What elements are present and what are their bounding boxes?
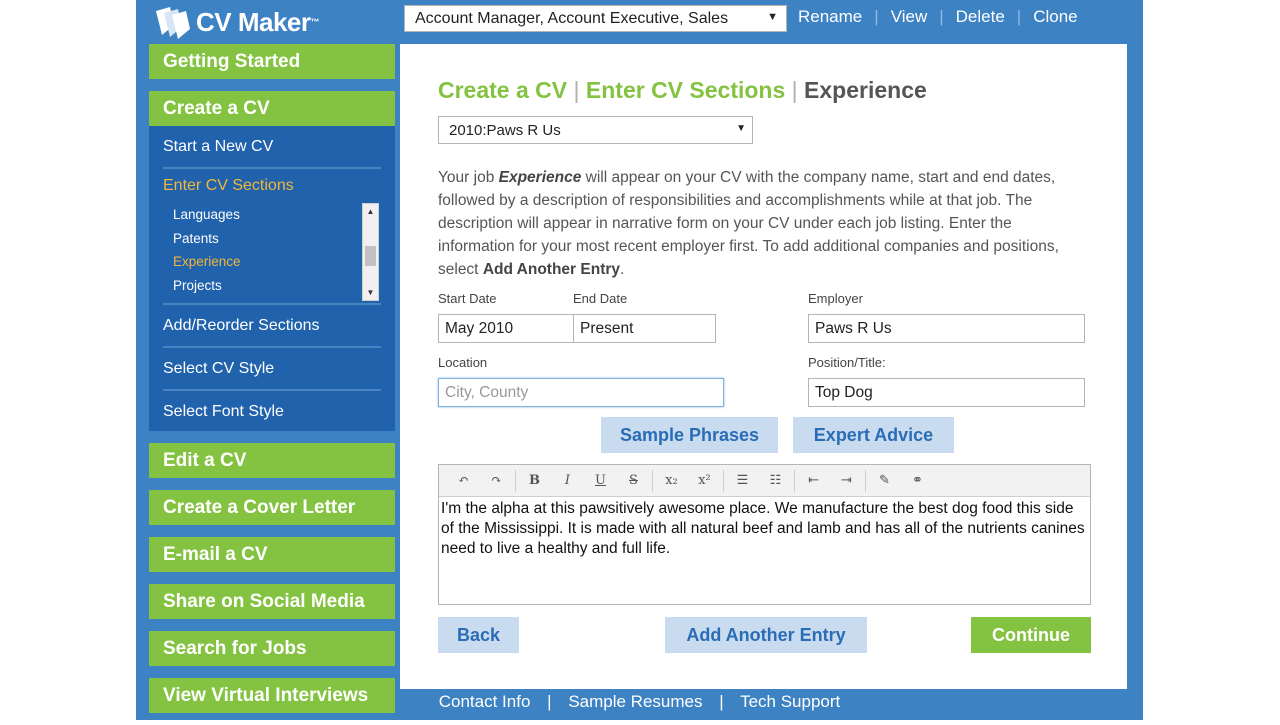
numbered-list-icon[interactable]: ☰ [726,473,759,488]
clone-link[interactable]: Clone [1033,7,1077,27]
indent-icon[interactable]: ⇥ [830,473,863,488]
redo-icon[interactable]: ↷ [480,473,513,488]
editor-content[interactable]: I'm the alpha at this pawsitively awesom… [439,497,1090,561]
action-separator: | [1016,7,1022,26]
toolbar-divider [794,469,795,492]
sidebar-item-search-jobs[interactable]: Search for Jobs [149,631,395,666]
employer-input[interactable]: Paws R Us [808,314,1085,343]
position-label: Position/Title: [808,355,886,370]
scroll-down-icon[interactable]: ▼ [363,285,378,300]
rename-link[interactable]: Rename [798,7,862,27]
description-editor[interactable]: ↶ ↷ B I U S x₂ x² ☰ ☷ ⇤ ⇥ ✎ ⚭ I'm the al… [438,464,1091,605]
scroll-up-icon[interactable]: ▲ [363,204,378,219]
sidebar-nav: Getting Started Create a CV Start a New … [149,44,395,725]
dropdown-arrow-icon: ▼ [736,123,746,134]
section-item-languages[interactable]: Languages [163,203,381,227]
sections-list: Languages Patents Experience Projects ▲ … [163,203,381,305]
location-input[interactable]: City, County [438,378,724,407]
section-item-experience[interactable]: Experience [163,250,381,274]
scroll-thumb[interactable] [365,246,376,266]
start-date-label: Start Date [438,291,497,306]
entry-select-value: 2010:Paws R Us [449,122,561,139]
action-separator: | [939,7,944,26]
logo-trademark: ™ [310,17,320,27]
view-link[interactable]: View [891,7,928,27]
action-separator: | [874,7,879,26]
main-panel: Create a CV | Enter CV Sections | Experi… [400,44,1127,689]
create-cv-submenu: Start a New CV Enter CV Sections Languag… [149,126,395,431]
logo-text: CV Maker [196,6,311,37]
strikethrough-icon[interactable]: S [617,473,650,488]
superscript-icon[interactable]: x² [688,473,721,488]
start-date-input[interactable]: May 2010 [438,314,574,343]
bullet-list-icon[interactable]: ☷ [759,473,792,488]
sidebar-item-email-cv[interactable]: E-mail a CV [149,537,395,572]
experience-entry-select[interactable]: 2010:Paws R Us ▼ [438,116,753,144]
submenu-select-font-style[interactable]: Select Font Style [163,391,381,432]
crumb-enter-sections[interactable]: Enter CV Sections [586,77,785,103]
section-item-projects[interactable]: Projects [163,274,381,298]
sample-phrases-button[interactable]: Sample Phrases [601,417,778,453]
underline-icon[interactable]: U [584,473,617,488]
italic-icon[interactable]: I [551,473,584,488]
toolbar-divider [723,469,724,492]
footer-separator: | [719,692,724,711]
dropdown-arrow-icon: ▼ [767,11,778,23]
outdent-icon[interactable]: ⇤ [797,473,830,488]
subscript-icon[interactable]: x₂ [655,473,688,488]
sidebar-item-create-cover-letter[interactable]: Create a Cover Letter [149,490,395,525]
end-date-input[interactable]: Present [573,314,716,343]
footer-sample-resumes[interactable]: Sample Resumes [568,692,702,711]
logo-pages-icon [152,5,192,39]
submenu-enter-cv-sections[interactable]: Enter CV Sections [163,169,381,203]
footer-separator: | [547,692,552,711]
sidebar-item-getting-started[interactable]: Getting Started [149,44,395,79]
cv-actions: Rename | View | Delete | Clone [798,7,1078,27]
footer-tech-support[interactable]: Tech Support [740,692,840,711]
location-label: Location [438,355,488,370]
toolbar-divider [515,469,516,492]
cv-maker-logo[interactable]: CV Maker ™ [152,4,319,40]
bold-icon[interactable]: B [518,473,551,488]
desc-part: Your job [438,169,499,186]
page-title-breadcrumb: Create a CV | Enter CV Sections | Experi… [438,77,927,104]
end-date-label: End Date [573,291,628,306]
footer-links: Contact Info | Sample Resumes | Tech Sup… [136,692,1143,712]
toolbar-divider [865,469,866,492]
submenu-add-reorder-sections[interactable]: Add/Reorder Sections [163,305,381,348]
add-another-entry-button[interactable]: Add Another Entry [665,617,867,653]
sidebar-item-share-social[interactable]: Share on Social Media [149,584,395,619]
crumb-separator: | [573,77,580,103]
expert-advice-button[interactable]: Expert Advice [793,417,954,453]
toolbar-divider [652,469,653,492]
desc-emphasis: Experience [498,169,582,186]
continue-button[interactable]: Continue [971,617,1091,653]
paste-icon[interactable]: ✎ [868,473,901,488]
instructions-text: Your job Experience will appear on your … [438,166,1088,281]
delete-link[interactable]: Delete [956,7,1005,27]
crumb-create-cv[interactable]: Create a CV [438,77,567,103]
sidebar-item-edit-cv[interactable]: Edit a CV [149,443,395,478]
cv-select-dropdown[interactable]: Account Manager, Account Executive, Sale… [404,5,787,32]
desc-part: . [620,261,625,278]
sidebar-item-create-cv[interactable]: Create a CV [149,91,395,126]
section-item-patents[interactable]: Patents [163,227,381,251]
crumb-separator: | [791,77,798,103]
submenu-start-new-cv[interactable]: Start a New CV [163,126,381,169]
editor-toolbar: ↶ ↷ B I U S x₂ x² ☰ ☷ ⇤ ⇥ ✎ ⚭ [439,465,1090,497]
sections-scrollbar[interactable]: ▲ ▼ [362,203,379,301]
unlink-icon[interactable]: ⚭ [901,473,934,488]
employer-label: Employer [808,291,863,306]
cv-select-value: Account Manager, Account Executive, Sale… [415,10,729,27]
footer-contact-info[interactable]: Contact Info [439,692,531,711]
app-frame: CV Maker ™ Account Manager, Account Execu… [136,0,1143,720]
back-button[interactable]: Back [438,617,519,653]
submenu-select-cv-style[interactable]: Select CV Style [163,348,381,391]
crumb-current-experience: Experience [804,77,927,103]
desc-emphasis: Add Another Entry [482,261,621,278]
position-input[interactable]: Top Dog [808,378,1085,407]
undo-icon[interactable]: ↶ [447,473,480,488]
